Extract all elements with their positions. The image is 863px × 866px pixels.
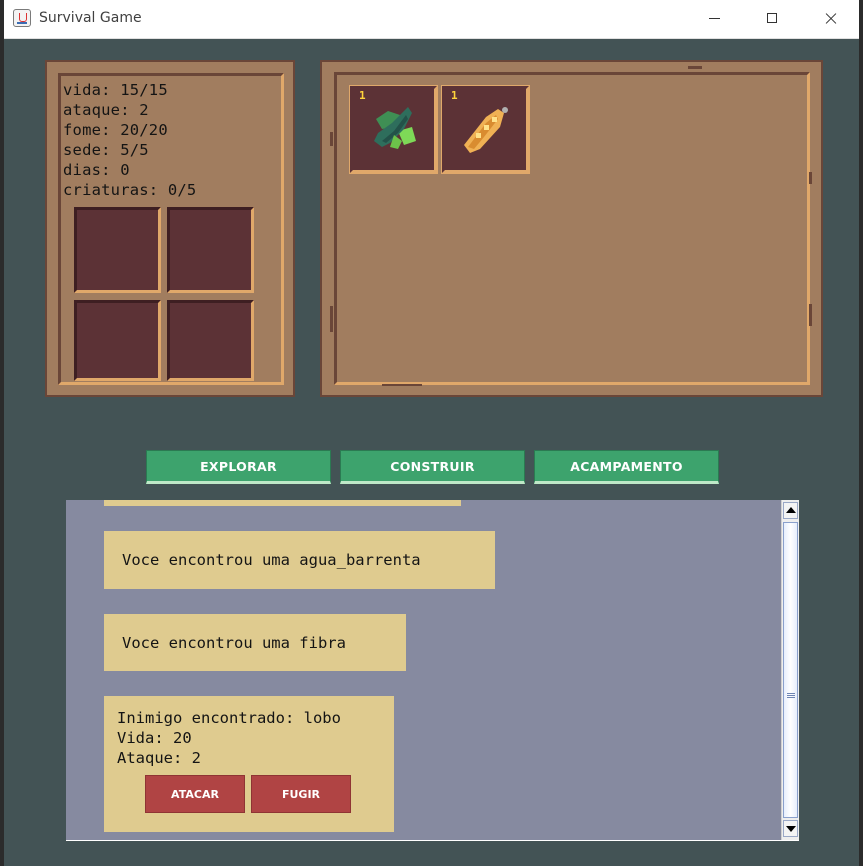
event-log[interactable]: Voce encontrou uma agua_barrenta Voce en… [66, 500, 799, 841]
stat-days: dias: 0 [63, 161, 130, 179]
inventory-item[interactable]: 1 [441, 85, 530, 174]
enemy-health: Vida: 20 [117, 729, 192, 747]
log-message-partial [104, 500, 461, 506]
stat-creatures: criaturas: 0/5 [63, 181, 197, 199]
enemy-encounter: Inimigo encontrado: lobo Vida: 20 Ataque… [104, 696, 394, 832]
title-bar: Survival Game [4, 0, 859, 39]
log-message: Voce encontrou uma agua_barrenta [104, 531, 495, 589]
leaf-icon [374, 107, 416, 149]
inventory-panel: 1 1 [320, 60, 823, 397]
enemy-attack: Ataque: 2 [117, 749, 201, 767]
close-button[interactable] [801, 0, 859, 38]
java-app-icon [13, 9, 31, 27]
bread-icon [464, 107, 508, 153]
stat-health: vida: 15/15 [63, 81, 168, 99]
attack-button[interactable]: ATACAR [145, 775, 245, 813]
equipment-slot[interactable] [167, 300, 254, 381]
equipment-slot[interactable] [167, 207, 254, 293]
scroll-up-icon[interactable] [783, 502, 798, 519]
log-message: Voce encontrou uma fibra [104, 614, 406, 671]
window-title: Survival Game [39, 10, 142, 26]
inventory-item[interactable]: 1 [349, 85, 438, 174]
minimize-button[interactable] [685, 0, 743, 38]
explore-button[interactable]: EXPLORAR [146, 450, 331, 484]
maximize-button[interactable] [743, 0, 801, 38]
stats-panel: vida: 15/15 ataque: 2 fome: 20/20 sede: … [45, 60, 295, 397]
stat-thirst: sede: 5/5 [63, 141, 149, 159]
scrollbar-thumb[interactable] [783, 522, 798, 818]
stat-attack: ataque: 2 [63, 101, 149, 119]
stat-hunger: fome: 20/20 [63, 121, 168, 139]
log-scrollbar[interactable] [781, 500, 799, 840]
enemy-name: Inimigo encontrado: lobo [117, 709, 341, 727]
scroll-down-icon[interactable] [783, 820, 798, 837]
camp-button[interactable]: ACAMPAMENTO [534, 450, 719, 484]
game-window: Survival Game vida: 15/15 ataque: 2 fome… [4, 0, 859, 866]
equipment-slot[interactable] [74, 300, 161, 381]
build-button[interactable]: CONSTRUIR [340, 450, 525, 484]
flee-button[interactable]: FUGIR [251, 775, 351, 813]
equipment-slot[interactable] [74, 207, 161, 293]
